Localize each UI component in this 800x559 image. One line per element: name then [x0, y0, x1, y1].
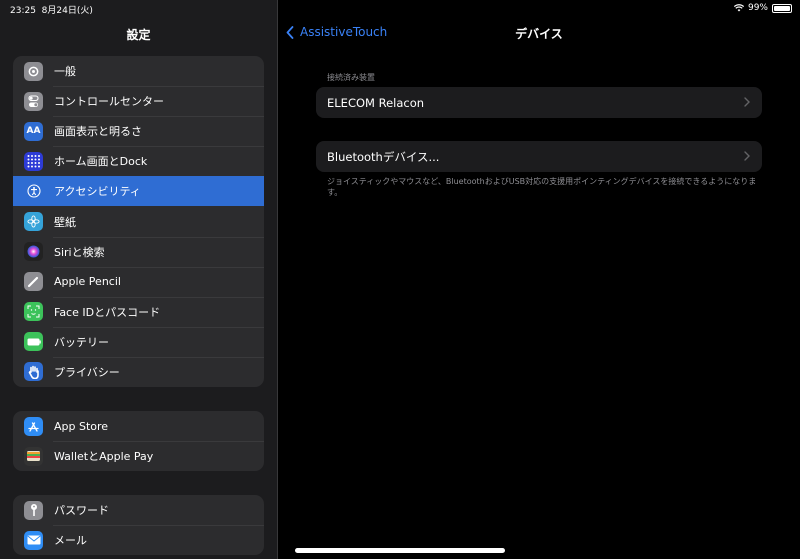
sidebar-item[interactable]: ホーム画面とDock: [13, 146, 264, 176]
flower-icon: [24, 212, 43, 232]
sidebar-item-label: Apple Pencil: [54, 275, 121, 289]
battery-indicator: [772, 3, 792, 13]
sidebar-item[interactable]: Siriと検索: [13, 236, 264, 267]
page-title: デバイス: [515, 27, 563, 41]
sidebar-item[interactable]: WalletとApple Pay: [13, 441, 264, 471]
connected-section-header: 接続済み装置: [327, 73, 375, 82]
sidebar-item-label: Siriと検索: [54, 245, 105, 259]
mail-icon: [24, 530, 43, 550]
sidebar-item[interactable]: 壁紙: [13, 206, 264, 236]
connected-device-label: ELECOM Relacon: [327, 95, 425, 110]
settings-group-general: 一般コントロールセンター AA 画面表示と明るさ ホーム画面とDock アクセシビリティ…: [13, 56, 264, 388]
split-divider: [277, 0, 278, 559]
toggles-icon: [24, 91, 43, 111]
sidebar-item[interactable]: AA 画面表示と明るさ: [13, 116, 264, 146]
sidebar-item-label: App Store: [54, 419, 109, 433]
pencil-icon: [24, 272, 43, 292]
date: 8月24日(火): [41, 6, 93, 16]
home-grid-icon: [24, 151, 43, 171]
sidebar-item[interactable]: プライバシー: [13, 356, 264, 387]
sidebar-item-label: ホーム画面とDock: [54, 155, 148, 169]
key-icon: [24, 500, 43, 520]
bluetooth-devices-cell[interactable]: Bluetoothデバイス...: [316, 141, 762, 172]
sidebar-item-label: プライバシー: [54, 365, 120, 379]
wallet-icon: [24, 446, 43, 466]
gear-icon: [24, 61, 43, 81]
connected-device-cell[interactable]: ELECOM Relacon: [316, 87, 762, 118]
sidebar-item-label: 一般: [54, 65, 76, 79]
text-size-icon: AA: [24, 121, 43, 141]
sidebar-item-label: コントロールセンター: [54, 95, 164, 109]
status-indicators: 99%: [733, 3, 792, 13]
app-store-icon: [24, 416, 43, 436]
sidebar-item[interactable]: バッテリー: [13, 326, 264, 357]
sidebar-item-label: 壁紙: [54, 215, 76, 229]
sidebar-item-label: バッテリー: [54, 335, 109, 349]
sidebar-item-label: WalletとApple Pay: [54, 450, 154, 464]
sidebar-item-label: アクセシビリティ: [54, 185, 141, 199]
sidebar-item[interactable]: Apple Pencil: [13, 266, 264, 297]
chevron-right-icon: [744, 151, 750, 161]
sidebar-item[interactable]: パスワード: [13, 495, 264, 525]
sidebar-item-label: パスワード: [54, 504, 109, 518]
accessibility-icon: [24, 181, 43, 201]
bluetooth-footer-note: ジョイスティックやマウスなど、BluetoothおよびUSB対応の支援用ポインテ…: [327, 177, 757, 197]
battery-icon: [24, 332, 43, 352]
battery-percent: 99%: [747, 3, 768, 13]
home-indicator[interactable]: [295, 548, 505, 553]
sidebar-item-label: 画面表示と明るさ: [54, 125, 142, 139]
sidebar-item[interactable]: 一般: [13, 56, 264, 86]
sidebar-title: 設定: [126, 28, 151, 42]
sidebar-item[interactable]: アクセシビリティ: [13, 176, 264, 207]
wifi-icon: [733, 4, 744, 12]
face-id-icon: [24, 302, 43, 322]
sidebar-item[interactable]: コントロールセンター: [13, 86, 264, 116]
settings-group-store: App Store WalletとApple Pay: [13, 411, 264, 472]
sidebar-item[interactable]: Face IDとパスコード: [13, 296, 264, 327]
clock: 23:25: [10, 6, 36, 16]
sidebar-item-label: Face IDとパスコード: [54, 305, 161, 319]
hand-icon: [24, 362, 43, 382]
bluetooth-devices-label: Bluetoothデバイス...: [327, 149, 440, 164]
battery-fill: [774, 5, 790, 11]
status-time: 23:25 8月24日(火): [10, 3, 93, 16]
chevron-right-icon: [744, 97, 750, 107]
sidebar-item[interactable]: メール: [13, 525, 264, 555]
settings-group-accounts: パスワード メール: [13, 495, 264, 556]
sidebar-item-label: メール: [54, 534, 87, 548]
siri-icon: [24, 242, 43, 262]
sidebar: 23:25 8月24日(火) 設定 一般コントロールセンター AA 画面表示と明るさ…: [0, 0, 277, 559]
sidebar-item[interactable]: App Store: [13, 411, 264, 441]
